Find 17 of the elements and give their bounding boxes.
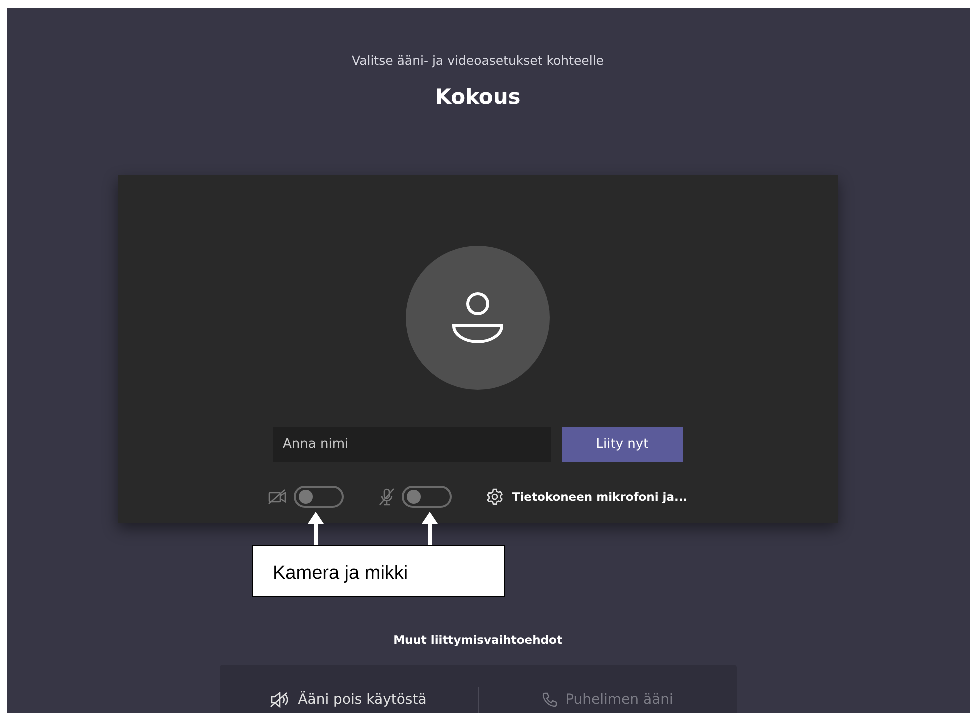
join-button[interactable]: Liity nyt xyxy=(562,427,683,462)
pointer-arrow xyxy=(422,512,438,546)
camera-off-icon xyxy=(268,489,288,505)
toggle-switch[interactable] xyxy=(402,486,452,508)
toggle-switch[interactable] xyxy=(294,486,344,508)
pointer-arrow xyxy=(308,512,324,546)
phone-icon xyxy=(542,692,558,708)
subtitle: Valitse ääni- ja videoasetukset kohteelle xyxy=(352,53,604,69)
settings-icon[interactable] xyxy=(486,488,504,506)
device-settings-link[interactable]: Tietokoneen mikrofoni ja... xyxy=(512,490,688,504)
speaker-off-icon xyxy=(270,692,290,708)
name-field[interactable]: Anna nimi xyxy=(273,427,551,462)
section-heading: Muut liittymisvaihtoehdot xyxy=(394,632,562,648)
meeting-title: Kokous xyxy=(435,84,521,111)
mic-off-icon xyxy=(378,488,396,506)
annotation-label: Kamera ja mikki xyxy=(252,545,505,597)
audio-option[interactable]: Ääni pois käytöstä xyxy=(220,687,478,713)
